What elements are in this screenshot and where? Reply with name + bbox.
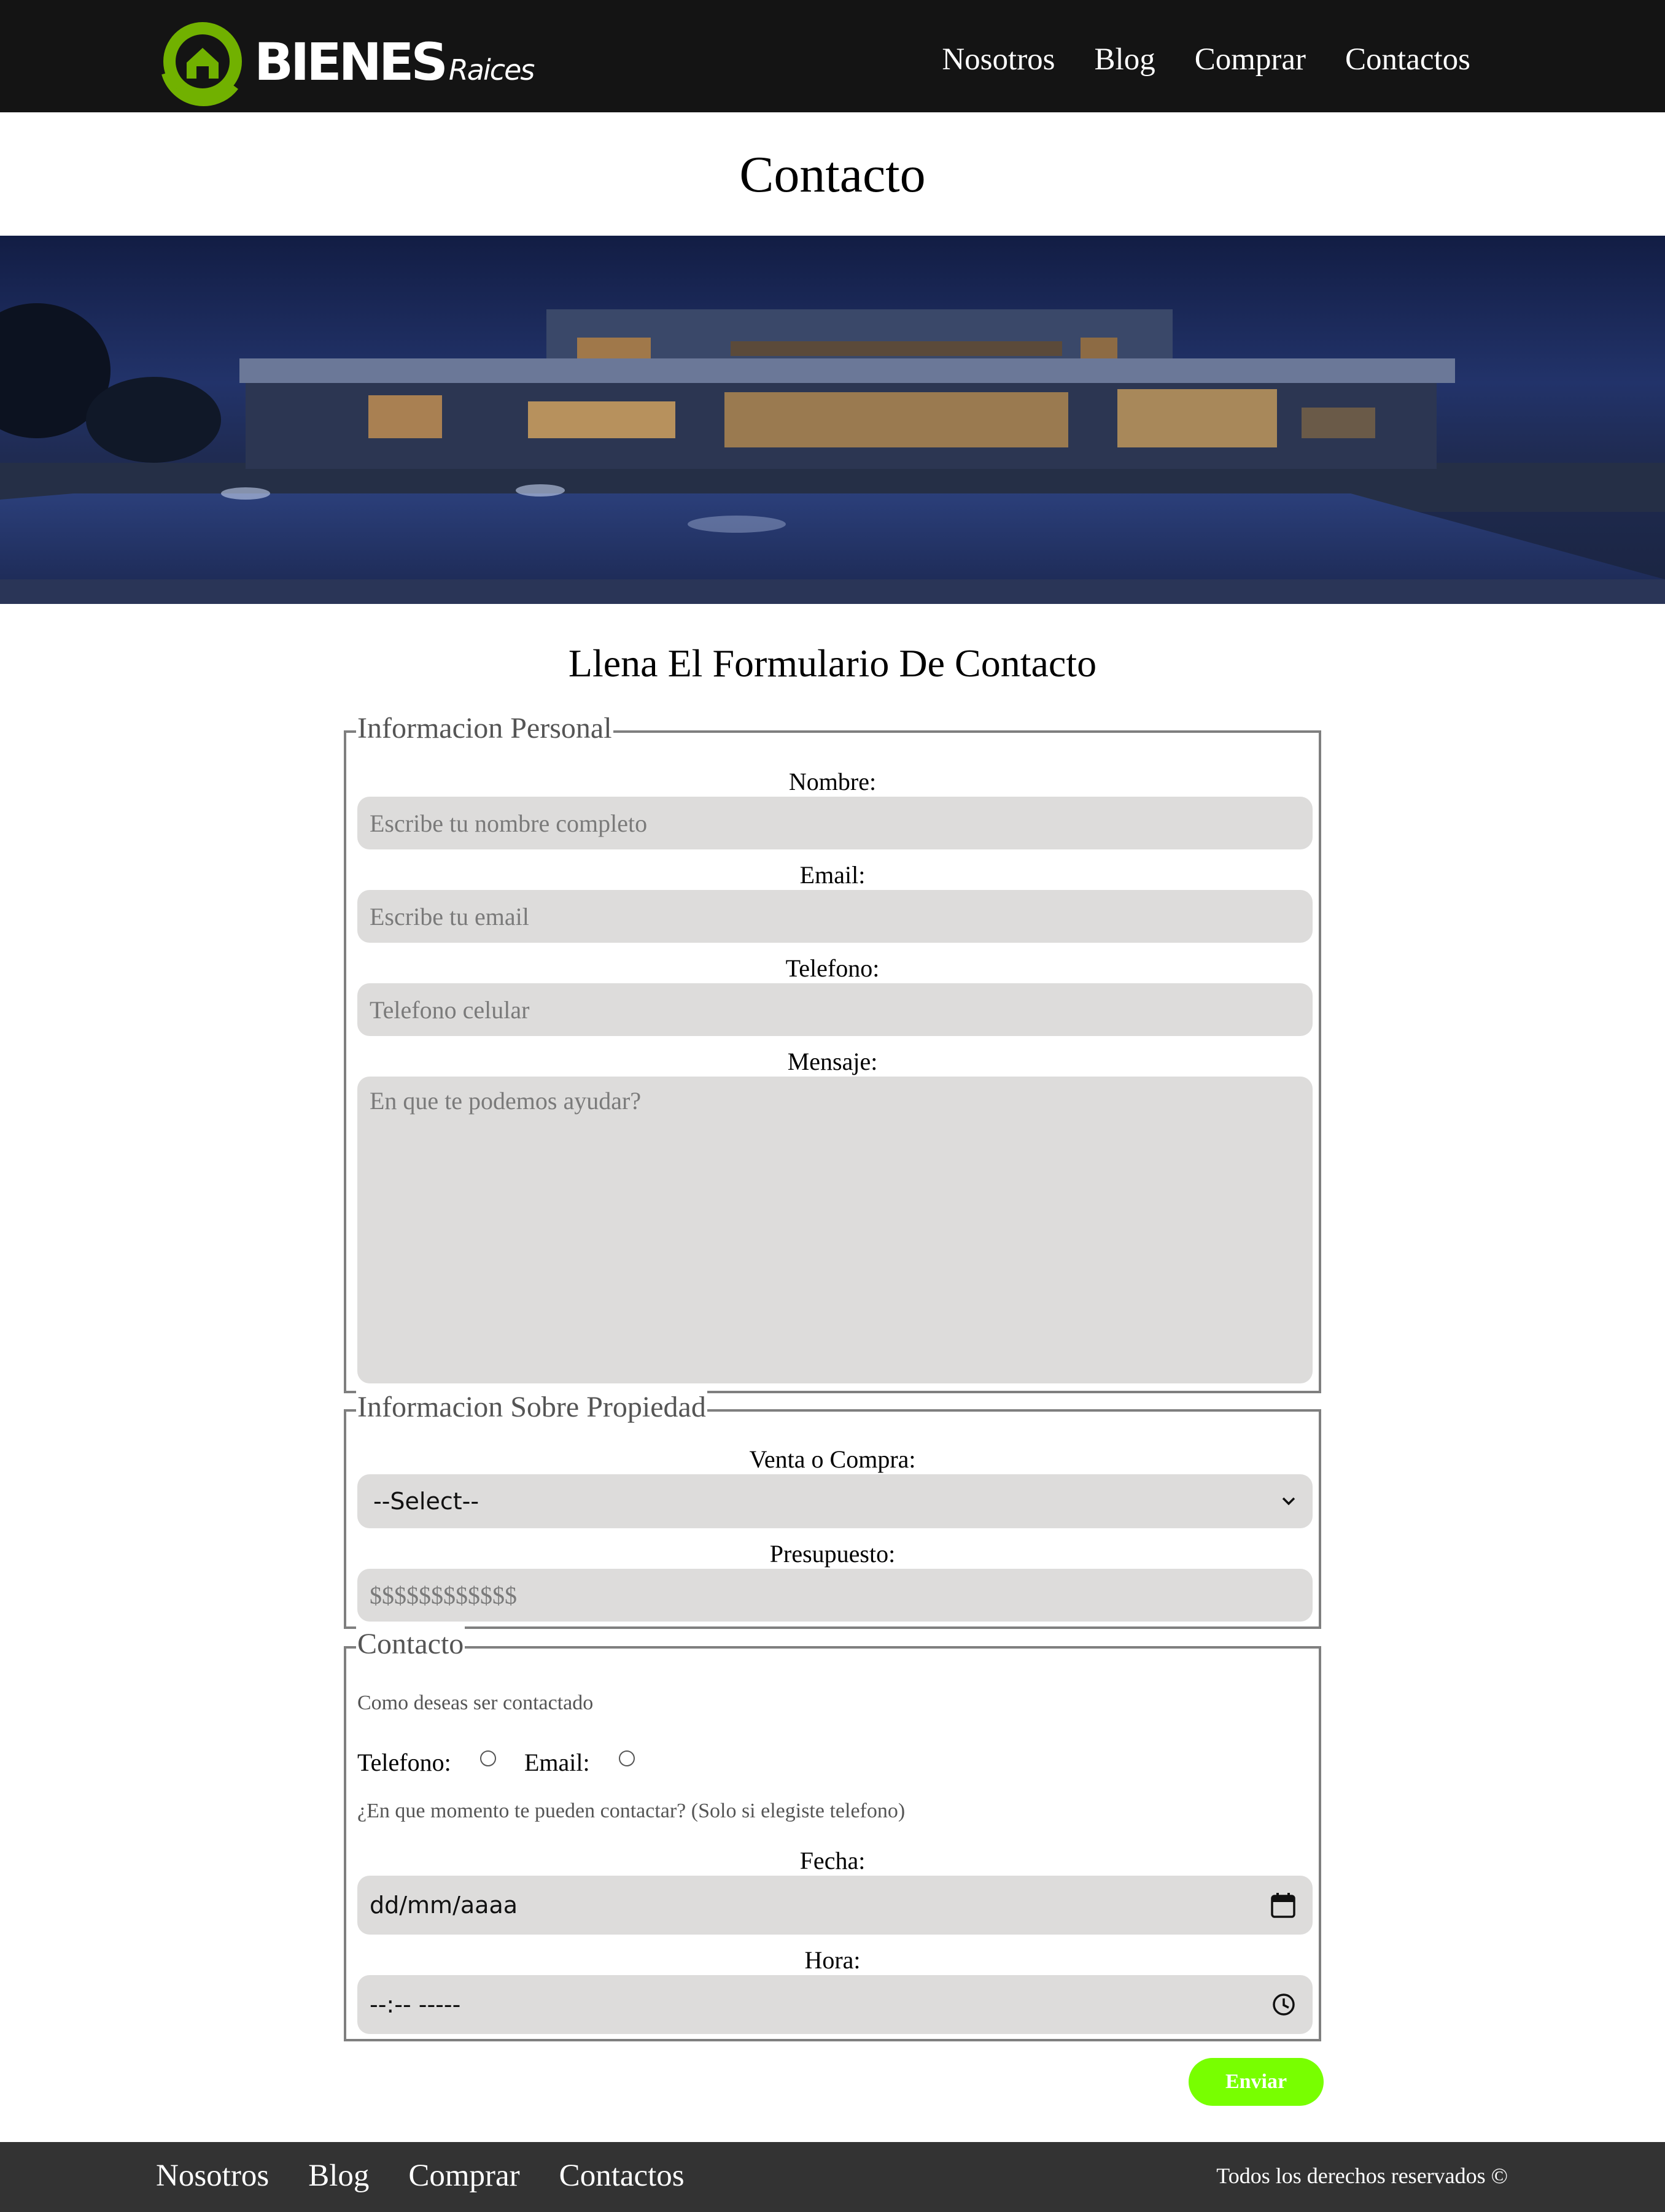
- fieldset-propiedad: Informacion Sobre Propiedad Venta o Comp…: [344, 1388, 1321, 1629]
- venta-compra-selected: --Select--: [373, 1488, 479, 1515]
- hero-image: [0, 236, 1665, 604]
- site-header: BIENES Raices Nosotros Blog Comprar Conta…: [0, 0, 1665, 112]
- contact-method-note: Como deseas ser contactado: [357, 1692, 594, 1714]
- logo-wordmark: BIENES Raices: [254, 32, 535, 92]
- label-presupuesto: Presupuesto:: [769, 1540, 896, 1568]
- telefono-input[interactable]: Telefono celular: [357, 983, 1313, 1036]
- radio-telefono-label: Telefono:: [357, 1749, 451, 1776]
- chevron-down-icon: [1282, 1497, 1295, 1506]
- email-input[interactable]: Escribe tu email: [357, 890, 1313, 943]
- fieldset-contacto: Contacto Como deseas ser contactado Tele…: [344, 1625, 1321, 2041]
- nav-link-blog[interactable]: Blog: [1095, 42, 1155, 77]
- label-mensaje: Mensaje:: [787, 1048, 878, 1075]
- label-email: Email:: [799, 861, 866, 889]
- fecha-value: dd/mm/aaaa: [370, 1892, 518, 1919]
- radio-telefono[interactable]: [480, 1750, 496, 1766]
- legend-propiedad: Informacion Sobre Propiedad: [356, 1388, 707, 1426]
- form-title: Llena El Formulario De Contacto: [568, 641, 1097, 685]
- calendar-icon[interactable]: [1271, 1892, 1295, 1918]
- presupuesto-input[interactable]: $$$$$$$$$$$$: [357, 1569, 1313, 1622]
- label-hora: Hora:: [804, 1946, 861, 1974]
- page-title: Contacto: [739, 146, 926, 203]
- mensaje-textarea[interactable]: En que te podemos ayudar?: [357, 1077, 1313, 1383]
- footer-link-blog[interactable]: Blog: [308, 2158, 369, 2194]
- clock-icon[interactable]: [1272, 1993, 1295, 2016]
- hora-input[interactable]: --:-- -----: [357, 1975, 1313, 2034]
- fecha-input[interactable]: dd/mm/aaaa: [357, 1876, 1313, 1935]
- label-telefono: Telefono:: [785, 954, 880, 982]
- header-nav: Nosotros Blog Comprar Contactos: [942, 42, 1470, 77]
- house-logo-icon: [161, 22, 242, 106]
- label-nombre: Nombre:: [788, 768, 877, 795]
- footer-link-nosotros[interactable]: Nosotros: [156, 2158, 269, 2194]
- nombre-input[interactable]: Escribe tu nombre completo: [357, 797, 1313, 849]
- hero-house-illustration: [0, 303, 1665, 604]
- footer-nav: Nosotros Blog Comprar Contactos: [156, 2158, 685, 2194]
- site-footer: Nosotros Blog Comprar Contactos Todos lo…: [0, 2142, 1665, 2212]
- hora-value: --:-- -----: [370, 1991, 461, 2018]
- copyright-text: Todos los derechos reservados ©: [1216, 2164, 1508, 2188]
- contact-time-note: ¿En que momento te pueden contactar? (So…: [357, 1800, 906, 1822]
- legend-personal: Informacion Personal: [356, 710, 613, 748]
- footer-link-comprar[interactable]: Comprar: [408, 2158, 519, 2194]
- venta-compra-select[interactable]: --Select--: [357, 1474, 1313, 1528]
- fieldset-personal: Informacion Personal Nombre: Escribe tu …: [344, 710, 1321, 1393]
- nav-link-comprar[interactable]: Comprar: [1195, 42, 1306, 77]
- footer-link-contactos[interactable]: Contactos: [559, 2158, 685, 2194]
- radio-email-label: Email:: [524, 1749, 590, 1776]
- nav-link-contactos[interactable]: Contactos: [1345, 42, 1470, 77]
- logo-word-bienes: BIENES: [254, 32, 448, 92]
- radio-email[interactable]: [619, 1750, 635, 1766]
- submit-button[interactable]: Enviar: [1189, 2058, 1324, 2106]
- logo-word-raices: Raices: [448, 53, 535, 87]
- label-fecha: Fecha:: [799, 1847, 866, 1874]
- label-venta-compra: Venta o Compra:: [749, 1445, 916, 1473]
- nav-link-nosotros[interactable]: Nosotros: [942, 42, 1055, 77]
- legend-contacto: Contacto: [356, 1625, 465, 1663]
